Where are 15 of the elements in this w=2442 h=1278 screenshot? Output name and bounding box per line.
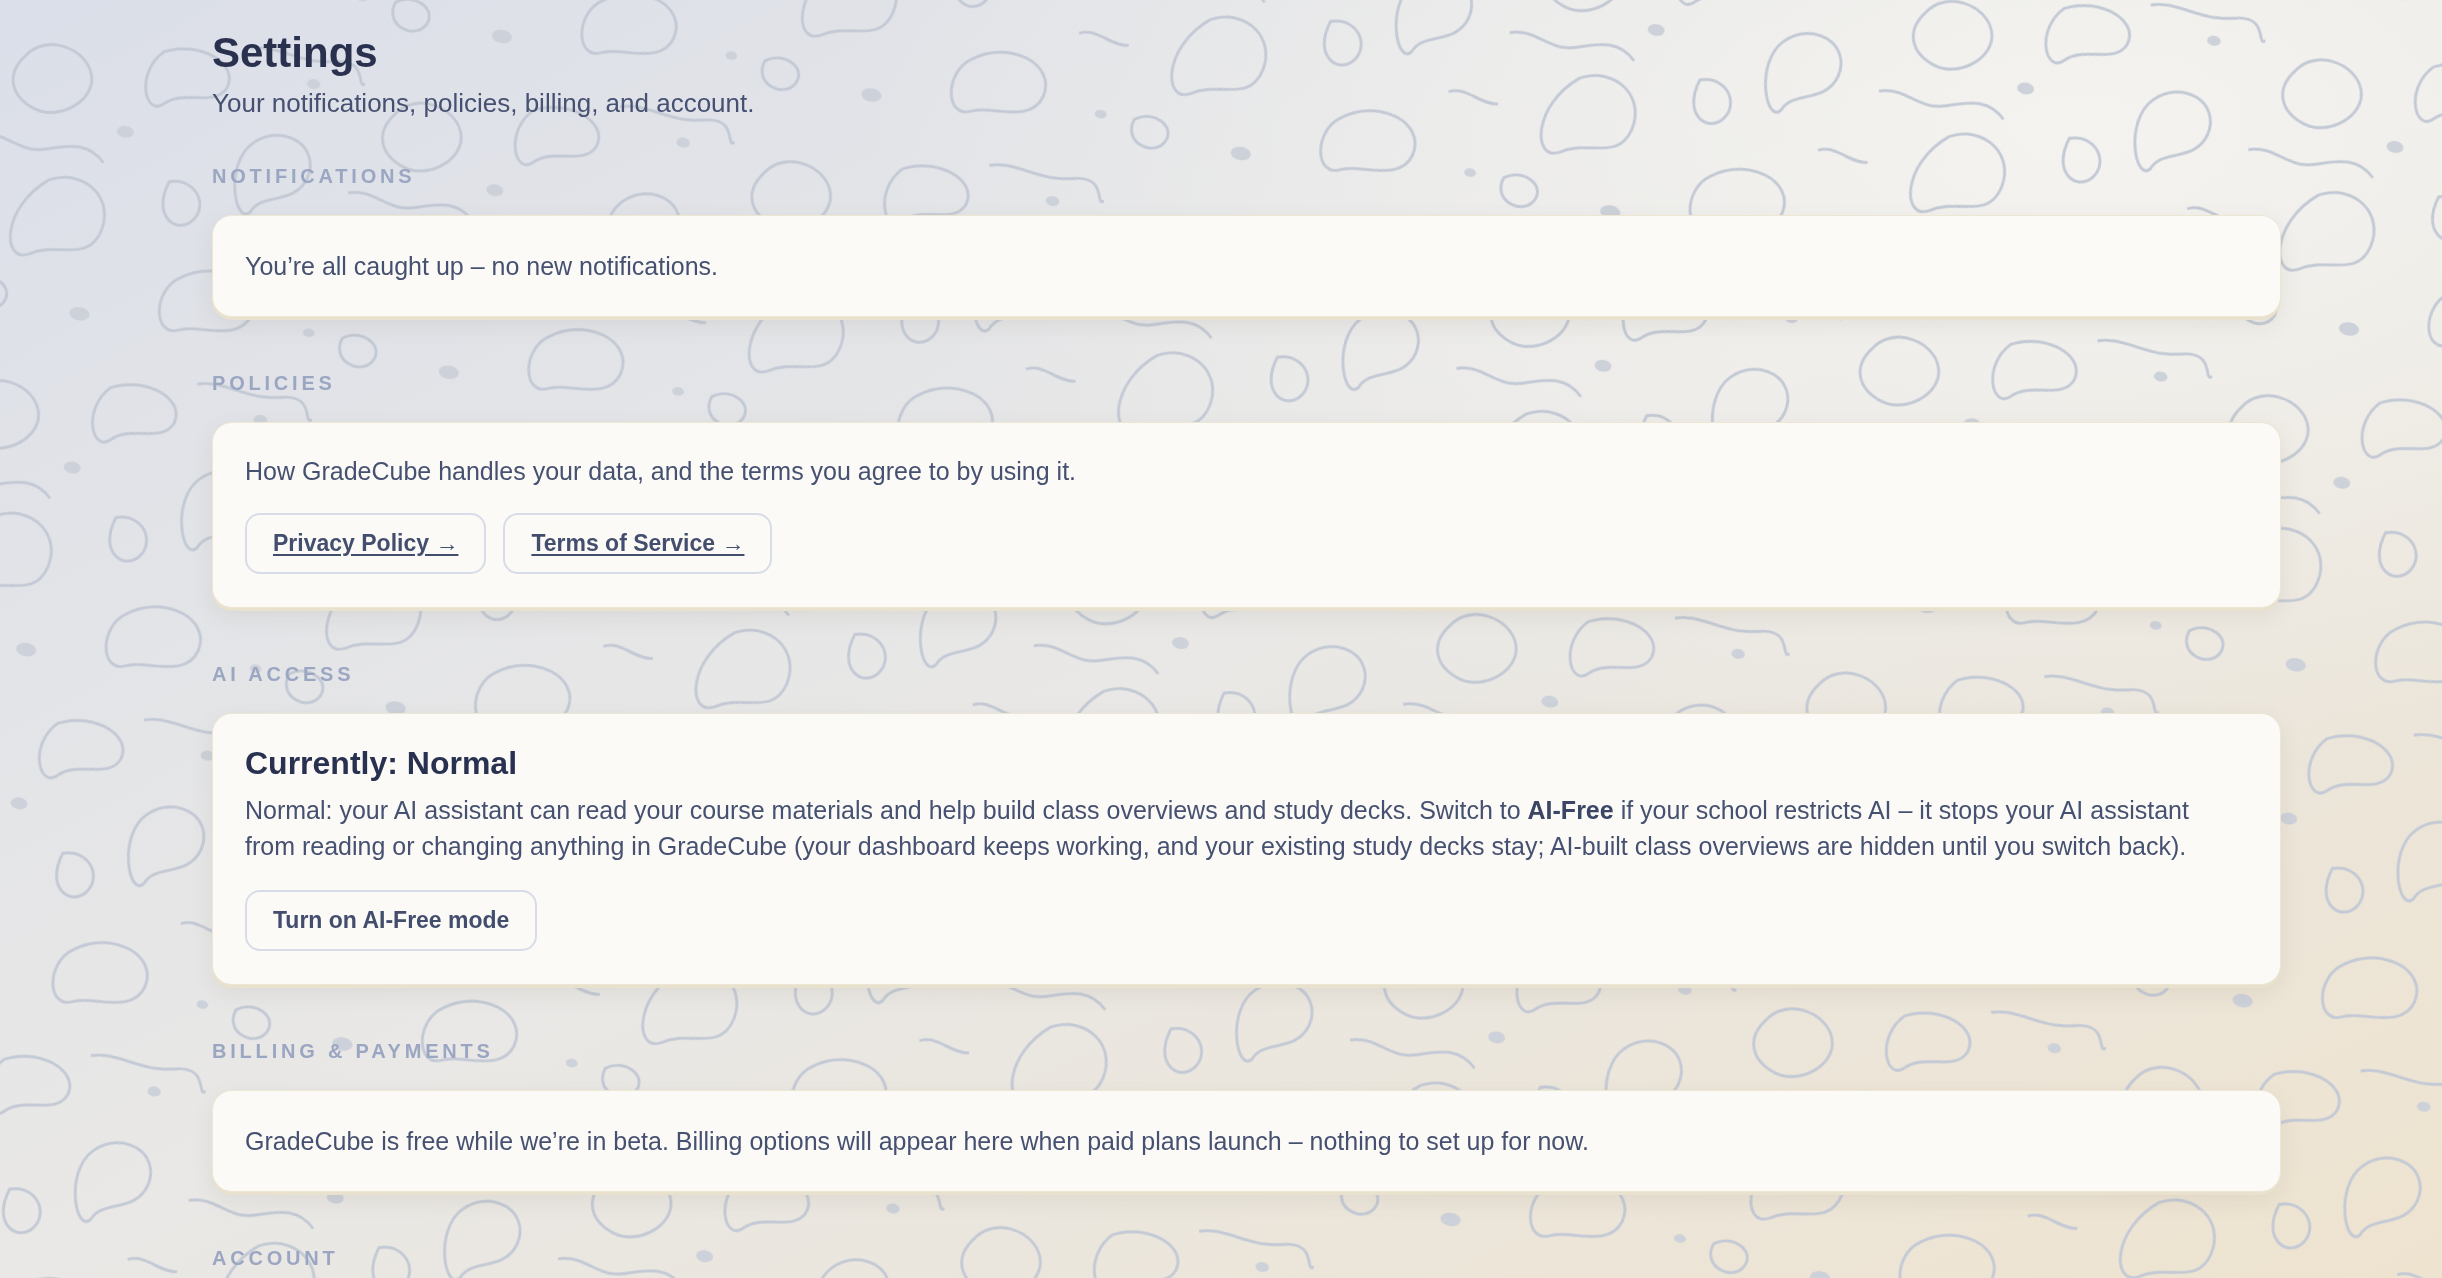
card-text: You’re all caught up – no new notifications. xyxy=(245,251,719,282)
section-heading: NOTIFICATIONS xyxy=(212,164,417,188)
section-heading: BILLING & PAYMENTS xyxy=(212,1039,495,1063)
policy-link[interactable]: Privacy Policy → xyxy=(245,513,487,574)
section-heading: ACCOUNT xyxy=(212,1246,340,1270)
section-heading: AI ACCESS xyxy=(212,662,356,686)
mode-switch-button[interactable]: Turn on AI-Free mode xyxy=(245,890,538,951)
page-title: Settings xyxy=(212,28,379,78)
card-text: How GradeCube handles your data, and the terms you agree to by using it. xyxy=(245,456,1078,487)
card-text: Normal: your AI assistant can read your course materials and help build class overviews and study decks. Switch to AI-Free if your school restricts AI – it stops your AI assistant from reading or changing anything in GradeCube (your dashboard keeps working, and your existing study decks stay; AI-built class overviews are hidden until you switch back). xyxy=(245,795,2190,862)
section-heading: POLICIES xyxy=(212,371,337,395)
ai-status-heading: Currently: Normal xyxy=(245,744,519,782)
policy-link[interactable]: Terms of Service → xyxy=(503,513,773,574)
card-text: GradeCube is free while we’re in beta. Billing options will appear here when paid plans launch – nothing to set up for now. xyxy=(245,1126,1590,1157)
page-subtitle: Your notifications, policies, billing, and account. xyxy=(212,87,756,119)
